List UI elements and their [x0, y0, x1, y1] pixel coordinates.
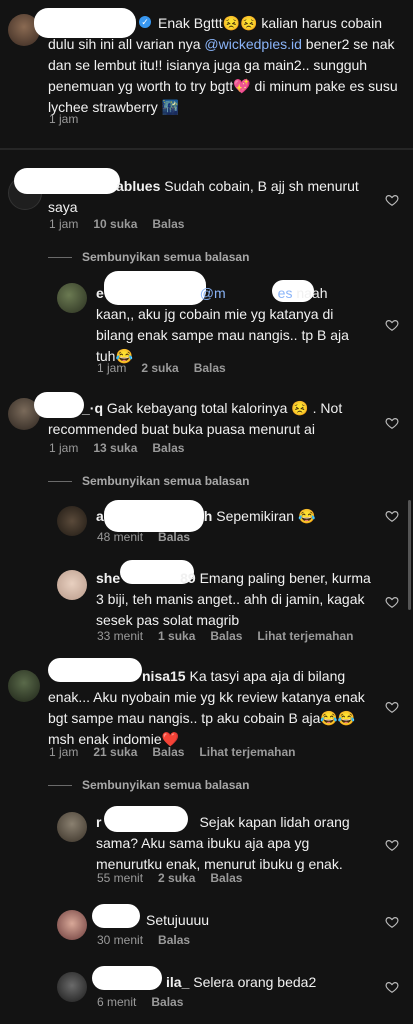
- heart-outline-icon[interactable]: [385, 980, 399, 994]
- comment-meta: 1 jam: [49, 112, 79, 126]
- comment-text: _·q Gak kebayang total kalorinya 😣 . Not…: [48, 400, 343, 437]
- comment-text: r Sejak kapan lidah orang sama? Aku sama …: [96, 814, 350, 872]
- comment-meta: 1 jam 21 suka Balas Lihat terjemahan: [49, 745, 296, 759]
- heart-outline-icon[interactable]: [385, 318, 399, 332]
- avatar[interactable]: [57, 910, 87, 940]
- likes-count[interactable]: 10 suka: [93, 217, 137, 231]
- replies-divider-line: [48, 257, 72, 258]
- reply-button[interactable]: Balas: [152, 441, 184, 455]
- comment-meta: 30 menit Balas: [97, 933, 191, 947]
- comment-meta: 1 jam 10 suka Balas: [49, 217, 185, 231]
- comment-meta: 33 menit 1 suka Balas Lihat terjemahan: [97, 629, 354, 643]
- likes-count[interactable]: 13 suka: [93, 441, 137, 455]
- comment-meta: 55 menit 2 suka Balas: [97, 871, 243, 885]
- hide-replies-button[interactable]: Sembunyikan semua balasan: [82, 778, 249, 792]
- avatar[interactable]: [57, 570, 87, 600]
- avatar[interactable]: [8, 670, 40, 702]
- reply-button[interactable]: Balas: [194, 361, 226, 375]
- heart-outline-icon[interactable]: [385, 193, 399, 207]
- comment-text: Setujuuuu: [146, 912, 210, 928]
- translate-button[interactable]: Lihat terjemahan: [199, 745, 295, 759]
- scrollbar[interactable]: [408, 500, 411, 610]
- reply-button[interactable]: Balas: [152, 745, 184, 759]
- comment-text: ila_ Selera orang beda2: [166, 974, 317, 990]
- translate-button[interactable]: Lihat terjemahan: [257, 629, 353, 643]
- mention-link[interactable]: @wickedpies.id: [204, 36, 301, 52]
- hide-replies-button[interactable]: Sembunyikan semua balasan: [82, 474, 249, 488]
- hide-replies-button[interactable]: Sembunyikan semua balasan: [82, 250, 249, 264]
- comment-meta: 48 menit Balas: [97, 530, 191, 544]
- replies-divider-line: [48, 481, 72, 482]
- comment-text: she 89 Emang paling bener, kurma 3 biji, …: [96, 570, 371, 628]
- likes-count[interactable]: 2 suka: [141, 361, 178, 375]
- divider: [0, 148, 413, 150]
- likes-count[interactable]: 2 suka: [158, 871, 195, 885]
- reply-button[interactable]: Balas: [151, 995, 183, 1009]
- reply-button[interactable]: Balas: [158, 933, 190, 947]
- heart-outline-icon[interactable]: [385, 700, 399, 714]
- comment-text: ah Sepemikiran 😂: [96, 508, 316, 524]
- avatar[interactable]: [57, 972, 87, 1002]
- likes-count[interactable]: 1 suka: [158, 629, 195, 643]
- likes-count[interactable]: 21 suka: [93, 745, 137, 759]
- comment-text: Enak Bgttt😣😣 kalian harus cobain dulu si…: [48, 15, 398, 115]
- reply-button[interactable]: Balas: [158, 530, 190, 544]
- avatar[interactable]: [57, 283, 87, 313]
- avatar[interactable]: [57, 812, 87, 842]
- heart-outline-icon[interactable]: [385, 915, 399, 929]
- comment-text: ablues Sudah cobain, B ajj sh menurut sa…: [48, 178, 359, 215]
- comment-text: e @m es naah kaan,, aku jg cobain mie yg k…: [96, 285, 349, 364]
- comment-text: nisa15 Ka tasyi apa aja di bilang enak..…: [48, 668, 365, 747]
- comment-meta: 1 jam 2 suka Balas: [97, 361, 226, 375]
- reply-button[interactable]: Balas: [210, 629, 242, 643]
- comment-meta: 6 menit Balas: [97, 995, 184, 1009]
- heart-outline-icon[interactable]: [385, 595, 399, 609]
- replies-divider-line: [48, 785, 72, 786]
- reply-button[interactable]: Balas: [210, 871, 242, 885]
- reply-button[interactable]: Balas: [152, 217, 184, 231]
- heart-outline-icon[interactable]: [385, 509, 399, 523]
- heart-outline-icon[interactable]: [385, 838, 399, 852]
- heart-outline-icon[interactable]: [385, 416, 399, 430]
- avatar[interactable]: [57, 506, 87, 536]
- comment-meta: 1 jam 13 suka Balas: [49, 441, 185, 455]
